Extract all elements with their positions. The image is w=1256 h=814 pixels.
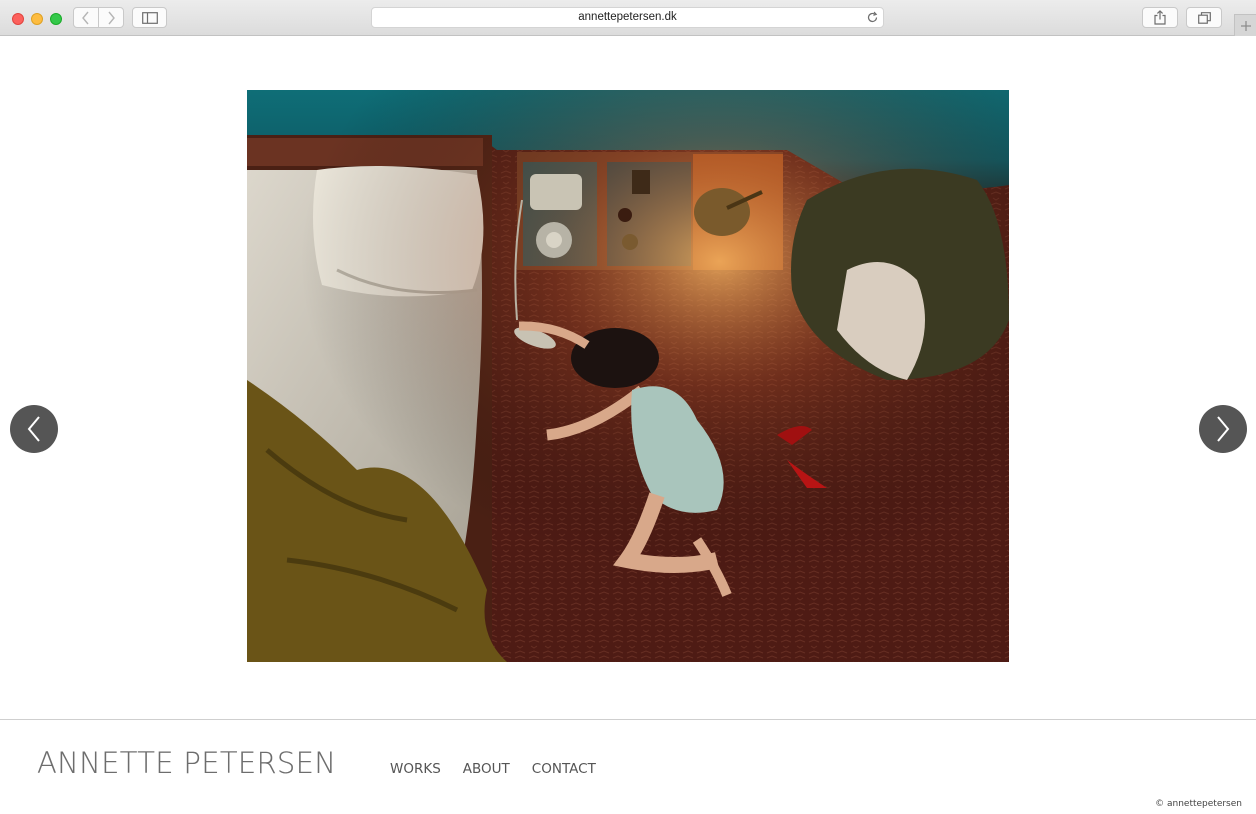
main-menu: WORKS ABOUT CONTACT <box>390 761 618 777</box>
chevron-right-icon <box>108 11 115 24</box>
share-button[interactable] <box>1142 7 1178 28</box>
tabs-overview-button[interactable] <box>1186 7 1222 28</box>
back-button[interactable] <box>73 7 99 28</box>
sidebar-toggle-button[interactable] <box>132 7 167 28</box>
minimize-window-button[interactable] <box>31 13 43 25</box>
url-text: annettepetersen.dk <box>578 11 677 23</box>
menu-item-contact[interactable]: CONTACT <box>532 761 596 777</box>
new-tab-button[interactable] <box>1234 14 1256 36</box>
copyright-text: © annettepetersen <box>1155 799 1242 809</box>
site-title[interactable]: ANNETTE PETERSEN <box>37 746 336 780</box>
next-slide-button[interactable] <box>1199 405 1247 453</box>
menu-item-works[interactable]: WORKS <box>390 761 441 777</box>
chevron-right-icon <box>1217 416 1230 442</box>
tabs-overview-icon <box>1197 11 1211 24</box>
chevron-left-icon <box>82 11 89 24</box>
share-icon <box>1154 10 1166 25</box>
reload-icon[interactable] <box>866 11 879 24</box>
close-window-button[interactable] <box>12 13 24 25</box>
chevron-left-icon <box>27 416 40 442</box>
sidebar-icon <box>141 11 158 24</box>
menu-item-about[interactable]: ABOUT <box>463 761 510 777</box>
previous-slide-button[interactable] <box>10 405 58 453</box>
address-bar[interactable]: annettepetersen.dk <box>371 7 884 28</box>
zoom-window-button[interactable] <box>50 13 62 25</box>
browser-toolbar: annettepetersen.dk <box>0 0 1256 36</box>
footer-divider <box>0 719 1256 720</box>
artwork-photo <box>247 90 1009 662</box>
forward-button[interactable] <box>98 7 124 28</box>
plus-icon <box>1240 20 1251 31</box>
